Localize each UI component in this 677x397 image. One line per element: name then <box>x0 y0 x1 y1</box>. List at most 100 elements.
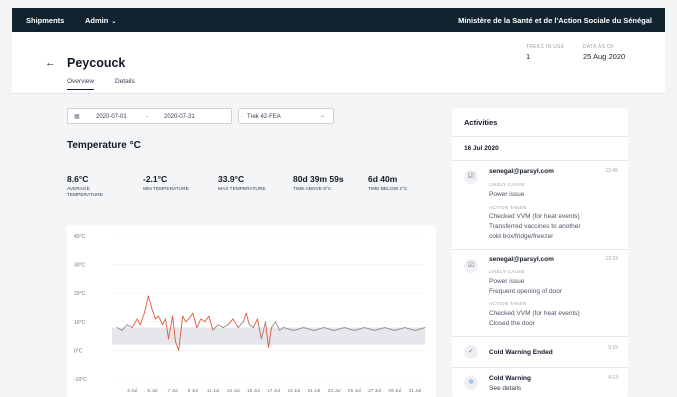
note-icon: ☑ <box>464 170 478 184</box>
event-cause-text: Frequent opening of door <box>489 288 562 295</box>
temperature-chart-svg: 40°C 30°C 20°C 10°C 0°C -10°C 3 Jul 5 Jul 7 Jul 9… <box>74 234 426 394</box>
temperature-line-segment <box>131 318 138 328</box>
x-tick-label: 13 Jul <box>227 388 240 394</box>
x-tick-label: 7 Jul <box>168 388 178 394</box>
tab-overview[interactable]: Overview <box>67 78 95 90</box>
y-tick-label: 20°C <box>74 291 86 297</box>
nav-admin-menu[interactable]: Admin ⌄ <box>85 16 116 25</box>
x-tick-label: 15 Jul <box>247 388 260 394</box>
see-details-link[interactable]: See details <box>489 384 521 394</box>
temperature-line-segment <box>154 315 159 320</box>
event-cause-label: LIKELY CAUSE <box>489 270 526 275</box>
treks-in-use-value: 1 <box>526 52 531 61</box>
app-frame: Shipments Admin ⌄ Ministère de la Santé e… <box>12 8 665 397</box>
temperature-line-segment <box>217 324 224 328</box>
tab-details[interactable]: Details <box>115 78 135 85</box>
stat-min-label: Min temperature <box>143 187 189 192</box>
main-content: ▦ 2020-07-01 - 2020-07-31 Trek 42-FEA ⌄ … <box>56 108 441 397</box>
date-from: 2020-07-01 <box>96 113 127 120</box>
divider <box>452 136 628 137</box>
stat-max-value: 33.9°C <box>218 174 245 184</box>
event-action-text: Transferred vaccines to another <box>489 223 581 230</box>
back-arrow-icon[interactable]: ← <box>45 57 56 69</box>
event-cause-text: Power issue <box>489 191 525 198</box>
stat-average-label: Average temperature <box>67 187 103 198</box>
x-tick-label: 11 Jul <box>207 388 219 394</box>
activities-date: 16 Jul 2020 <box>464 145 499 152</box>
y-tick-label: 10°C <box>74 320 86 326</box>
event-time: 9:15 <box>608 345 618 351</box>
event-author: senegal@parsyl.com <box>489 256 554 263</box>
temperature-line-segment <box>151 309 156 320</box>
y-tick-label: -10°C <box>74 377 87 383</box>
event-action-text: Checked VVM (for heat events) <box>489 310 580 317</box>
temperature-line-segment <box>192 312 198 328</box>
warning-ended-title: Cold Warning Ended <box>489 349 553 356</box>
stat-time-above-label: Time above 8°C <box>293 187 332 192</box>
x-tick-label: 3 Jul <box>127 388 137 394</box>
divider <box>452 160 628 161</box>
trek-select-value: Trek 42-FEA <box>247 113 281 120</box>
temperature-line-segment <box>242 312 247 323</box>
divider <box>452 367 628 368</box>
y-tick-label: 0°C <box>74 348 83 354</box>
x-tick-label: 31 Jul <box>408 388 421 394</box>
top-navbar: Shipments Admin ⌄ Ministère de la Santé e… <box>12 8 665 32</box>
x-tick-label: 19 Jul <box>287 388 300 394</box>
temperature-chart: 40°C 30°C 20°C 10°C 0°C -10°C 3 Jul 5 Jul 7 Jul 9… <box>67 225 436 397</box>
event-action-label: ACTION TAKEN <box>489 302 527 307</box>
temperature-line-segment <box>196 318 202 328</box>
page-header: ← Peycouck Overview Details TREKS IN USE… <box>12 32 665 94</box>
snowflake-icon: ❄ <box>464 376 478 390</box>
event-action-text: Closed the door <box>489 320 535 327</box>
safe-range-band <box>112 327 425 345</box>
temperature-line-segment <box>157 315 163 326</box>
divider <box>452 249 628 250</box>
stat-time-below-label: Time below 2°C <box>368 187 408 192</box>
temperature-line-segment <box>237 321 244 328</box>
event-cause-text: Power issue <box>489 278 525 285</box>
x-tick-label: 27 Jul <box>368 388 381 394</box>
temperature-line-segment <box>139 312 145 326</box>
event-action-text: Checked VVM (for heat events) <box>489 213 580 220</box>
stat-time-below-value: 6d 40m <box>368 174 398 184</box>
x-tick-label: 29 Jul <box>388 388 401 394</box>
temperature-line-segment <box>252 318 258 328</box>
x-tick-label: 17 Jul <box>267 388 280 394</box>
event-action-label: ACTION TAKEN <box>489 206 527 211</box>
y-tick-label: 40°C <box>74 234 86 240</box>
chevron-down-icon: ⌄ <box>319 113 325 119</box>
nav-admin-label: Admin <box>85 16 109 25</box>
calendar-icon: ▦ <box>74 114 80 120</box>
x-tick-label: 21 Jul <box>308 388 321 394</box>
page-title: Peycouck <box>67 56 126 70</box>
treks-in-use-label: TREKS IN USE <box>526 44 565 50</box>
temperature-line-segment <box>200 318 206 323</box>
temperature-line-segment <box>204 315 210 323</box>
temperature-section-title: Temperature °C <box>67 140 141 151</box>
temperature-line-segment <box>248 324 254 328</box>
stat-min-value: -2.1°C <box>143 174 168 184</box>
nav-shipments[interactable]: Shipments <box>26 16 64 25</box>
check-icon: ✓ <box>464 345 478 359</box>
temperature-line-segment <box>147 295 153 311</box>
activities-title: Activities <box>464 118 498 127</box>
date-to: 2020-07-31 <box>164 113 195 120</box>
data-as-of-value: 25 Aug 2020 <box>583 52 626 61</box>
note-icon: ☑ <box>464 259 478 273</box>
date-range-picker[interactable]: ▦ 2020-07-01 - 2020-07-31 <box>67 108 232 124</box>
event-cause-label: LIKELY CAUSE <box>489 183 526 188</box>
stat-average-value: 8.6°C <box>67 174 89 184</box>
temperature-line-segment <box>232 318 239 328</box>
temperature-line-segment <box>222 324 229 328</box>
temperature-line-segment <box>185 318 190 323</box>
y-tick-label: 30°C <box>74 263 86 269</box>
organization-name: Ministère de la Santé et de l'Action Soc… <box>458 16 652 25</box>
event-action-text: cold box/fridge/freezer <box>489 233 554 240</box>
temperature-line-segment <box>188 312 194 320</box>
trek-select[interactable]: Trek 42-FEA ⌄ <box>238 108 334 124</box>
event-author: senegal@parsyl.com <box>489 168 554 175</box>
x-tick-label: 23 Jul <box>328 388 341 394</box>
x-tick-label: 25 Jul <box>348 388 361 394</box>
event-time: 4:13 <box>608 375 618 381</box>
